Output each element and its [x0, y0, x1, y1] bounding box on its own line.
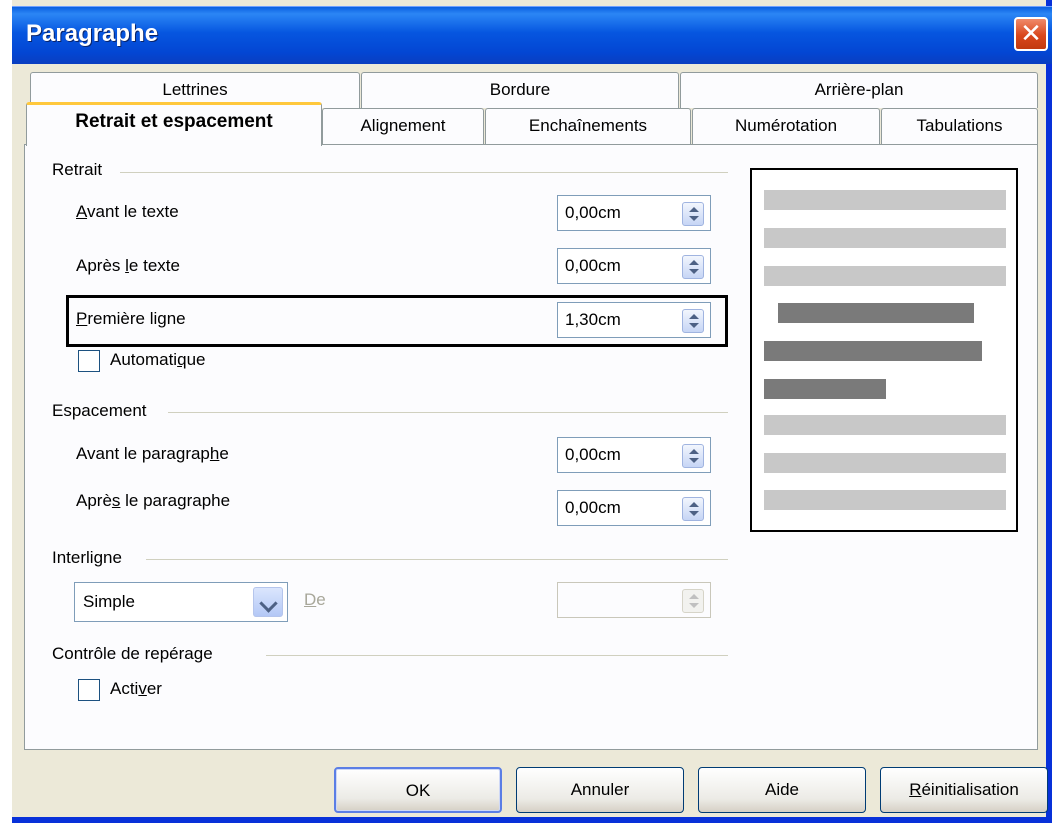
interligne-divider — [146, 559, 728, 560]
preview-line — [764, 266, 1006, 286]
preview-line — [764, 453, 1006, 473]
apres-texte-label: Après le texte — [76, 256, 180, 275]
preview-line — [764, 228, 1006, 248]
retrait-divider — [120, 172, 728, 173]
spin-arrows-icon[interactable] — [682, 255, 704, 279]
ok-button[interactable]: OK — [334, 767, 502, 813]
premiere-ligne-highlight — [66, 295, 728, 347]
interligne-select[interactable]: Simple — [74, 582, 288, 622]
reset-button[interactable]: Réinitialisation — [880, 767, 1048, 813]
automatique-checkbox[interactable] — [78, 350, 100, 372]
preview-line — [764, 415, 1006, 435]
preview-line — [764, 490, 1006, 510]
spin-arrows-icon[interactable] — [682, 497, 704, 521]
preview-line-current — [764, 341, 982, 361]
apres-paragraphe-spinner[interactable]: 0,00cm — [557, 490, 711, 526]
controle-divider — [266, 655, 728, 656]
controle-group-title: Contrôle de repérage — [52, 644, 221, 664]
spin-arrows-icon[interactable] — [682, 444, 704, 468]
interligne-selected-value: Simple — [83, 592, 135, 611]
help-button[interactable]: Aide — [698, 767, 866, 813]
spin-arrows-icon — [682, 589, 704, 613]
preview-line-current — [778, 303, 974, 323]
avant-texte-spinner[interactable]: 0,00cm — [557, 195, 711, 231]
automatique-label[interactable]: Automatique — [110, 350, 205, 370]
avant-paragraphe-label: Avant le paragraphe — [76, 444, 229, 463]
activer-checkbox[interactable] — [78, 679, 100, 701]
avant-texte-label: Avant le texte — [76, 202, 179, 221]
chevron-down-icon[interactable] — [253, 587, 283, 617]
avant-paragraphe-value: 0,00cm — [565, 445, 621, 464]
apres-paragraphe-value: 0,00cm — [565, 498, 621, 517]
retrait-group-title: Retrait — [52, 160, 111, 180]
preview-line-current — [764, 379, 886, 399]
avant-paragraphe-spinner[interactable]: 0,00cm — [557, 437, 711, 473]
de-label: De — [304, 590, 326, 609]
espacement-group-title: Espacement — [52, 401, 155, 421]
cancel-button[interactable]: Annuler — [516, 767, 684, 813]
espacement-divider — [168, 412, 728, 413]
preview-line — [764, 190, 1006, 210]
apres-paragraphe-label: Après le paragraphe — [76, 491, 231, 510]
activer-label[interactable]: Activer — [110, 679, 162, 699]
paragraph-preview — [750, 168, 1018, 532]
avant-texte-value: 0,00cm — [565, 203, 621, 222]
apres-texte-spinner[interactable]: 0,00cm — [557, 248, 711, 284]
interligne-group-title: Interligne — [52, 548, 130, 568]
de-spinner — [557, 582, 711, 618]
spin-arrows-icon[interactable] — [682, 202, 704, 226]
apres-texte-value: 0,00cm — [565, 256, 621, 275]
